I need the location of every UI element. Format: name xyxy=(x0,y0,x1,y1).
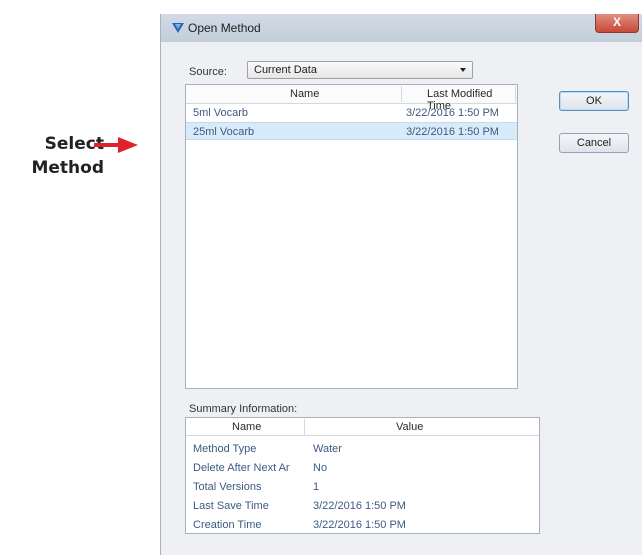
chevron-down-icon xyxy=(460,68,466,72)
summary-name: Delete After Next Ar xyxy=(193,462,290,474)
source-value: Current Data xyxy=(254,64,317,76)
close-button[interactable]: X xyxy=(595,14,639,33)
summary-table: Name Value Method Type Water Delete Afte… xyxy=(185,417,540,534)
method-modified-time: 3/22/2016 1:50 PM xyxy=(406,126,499,138)
summary-value: 1 xyxy=(313,481,320,493)
summary-row: Total Versions 1 xyxy=(186,478,539,497)
column-divider xyxy=(304,419,305,435)
summary-label: Summary Information: xyxy=(189,403,298,415)
open-method-dialog: Open Method X Source: Current Data Name … xyxy=(160,14,642,555)
column-divider[interactable] xyxy=(401,86,402,102)
column-header-name[interactable]: Name xyxy=(290,88,319,100)
method-row[interactable]: 5ml Vocarb 3/22/2016 1:50 PM xyxy=(186,104,517,122)
summary-name: Method Type xyxy=(193,443,257,455)
ok-button[interactable]: OK xyxy=(559,91,629,111)
close-icon: X xyxy=(612,15,621,29)
summary-column-name[interactable]: Name xyxy=(232,421,261,433)
method-modified-time: 3/22/2016 1:50 PM xyxy=(406,107,499,119)
summary-name: Last Save Time xyxy=(193,500,269,512)
title-bar[interactable]: Open Method X xyxy=(161,14,642,42)
method-list[interactable]: Name Last Modified Time 5ml Vocarb 3/22/… xyxy=(185,84,518,389)
column-divider[interactable] xyxy=(515,86,516,102)
source-label: Source: xyxy=(189,66,227,78)
ok-button-label: OK xyxy=(586,95,602,107)
summary-row: Creation Time 3/22/2016 1:50 PM xyxy=(186,516,539,535)
summary-column-value[interactable]: Value xyxy=(396,421,423,433)
summary-row: Method Type Water xyxy=(186,440,539,459)
callout-line-2: Method xyxy=(31,158,104,178)
red-arrow-icon xyxy=(94,137,138,153)
summary-value: 3/22/2016 1:50 PM xyxy=(313,519,406,531)
summary-row: Delete After Next Ar No xyxy=(186,459,539,478)
method-name: 25ml Vocarb xyxy=(193,126,255,138)
dialog-title: Open Method xyxy=(188,21,261,35)
cancel-button-label: Cancel xyxy=(576,137,612,149)
cancel-button[interactable]: Cancel xyxy=(559,133,629,153)
summary-value: 3/22/2016 1:50 PM xyxy=(313,500,406,512)
summary-value: No xyxy=(313,462,328,474)
summary-value: Water xyxy=(313,443,342,455)
method-list-header: Name Last Modified Time xyxy=(186,85,517,112)
summary-row: Last Save Time 3/22/2016 1:50 PM xyxy=(186,497,539,516)
summary-name: Creation Time xyxy=(193,519,262,531)
summary-name: Total Versions xyxy=(193,481,262,493)
app-icon xyxy=(172,23,184,33)
source-dropdown[interactable]: Current Data xyxy=(247,61,473,79)
summary-header: Name Value xyxy=(186,418,539,436)
method-row-selected[interactable]: 25ml Vocarb 3/22/2016 1:50 PM xyxy=(186,122,517,140)
method-name: 5ml Vocarb xyxy=(193,107,249,119)
select-method-callout: Select Method xyxy=(0,132,140,182)
